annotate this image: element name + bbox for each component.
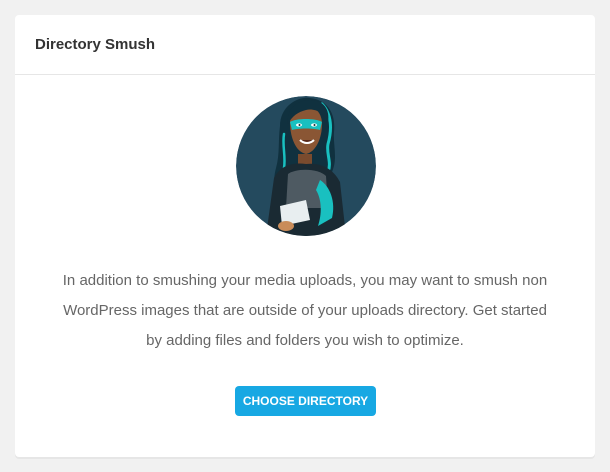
card-header: Directory Smush [15,15,595,75]
card-title: Directory Smush [35,36,156,53]
superhero-illustration-icon [236,96,376,236]
directory-smush-card: Directory Smush In addition to smushing … [15,15,595,457]
choose-directory-button[interactable]: CHOOSE DIRECTORY [235,386,376,416]
directory-smush-description: In addition to smushing your media uploa… [62,272,548,349]
